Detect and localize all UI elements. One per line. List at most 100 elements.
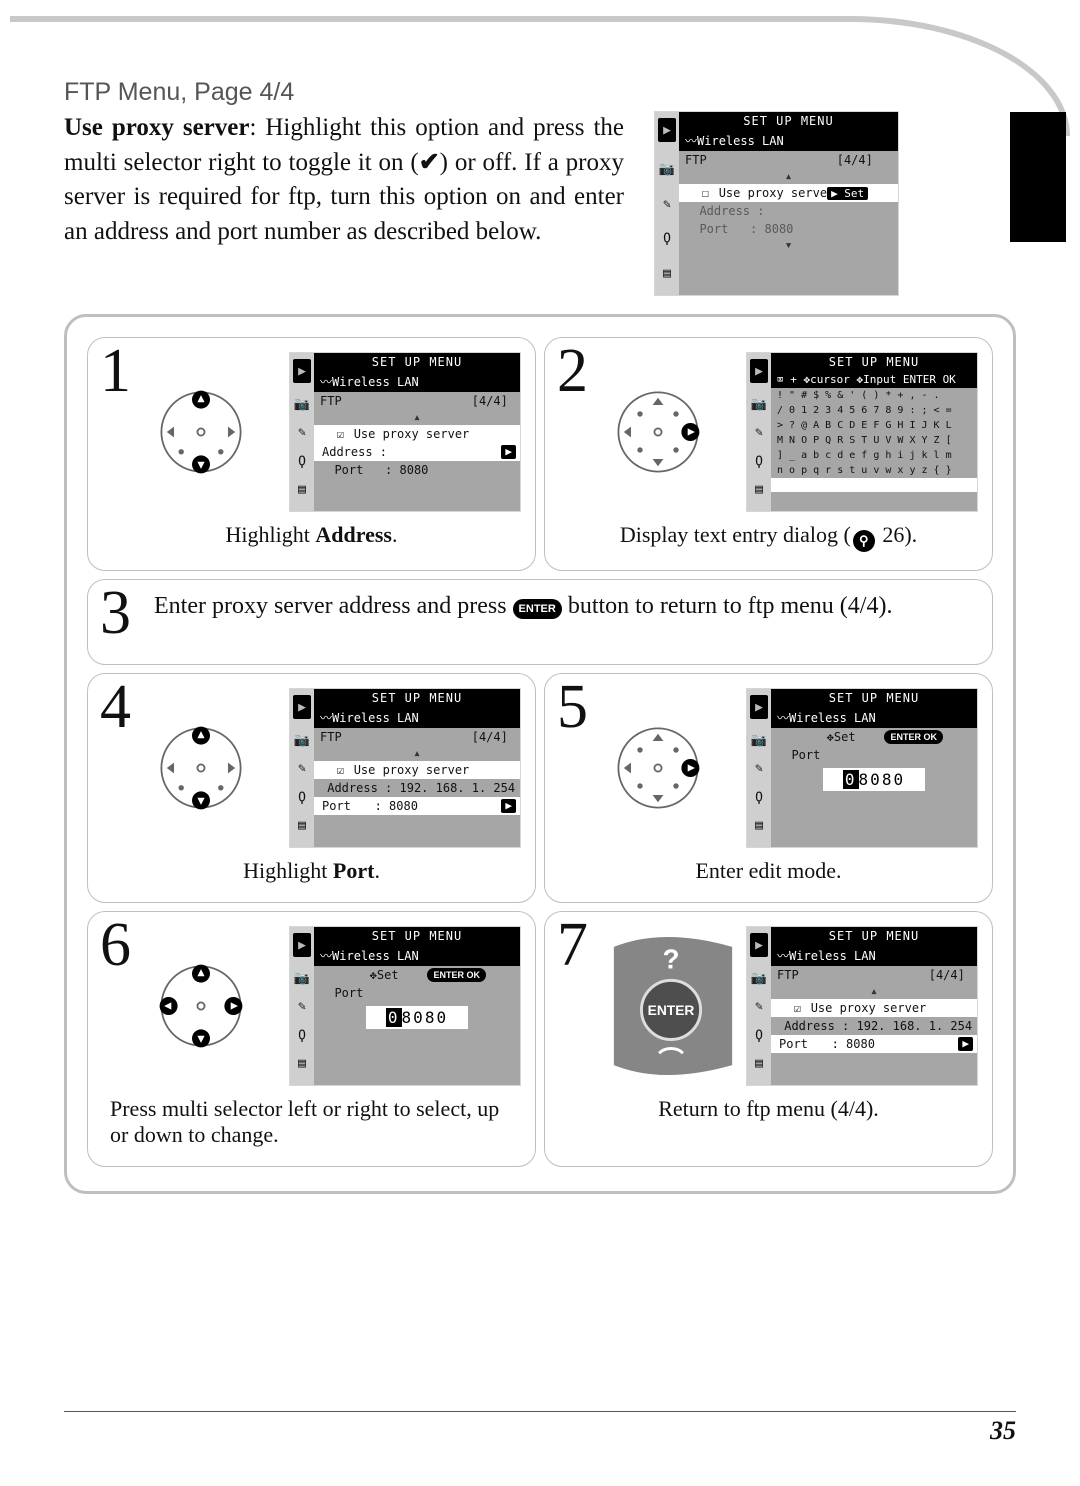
lcd-option-row: ☑ Use proxy server xyxy=(771,999,977,1017)
lcd-ftp-row: FTP [4/4] xyxy=(679,151,898,169)
step-caption: Display text entry dialog (⚲ 26). xyxy=(559,522,978,552)
lcd-down-arrow: ▾ xyxy=(679,238,898,253)
step-number: 7 xyxy=(557,914,588,976)
step-number: 6 xyxy=(100,914,131,976)
lcd-up-arrow: ▴ xyxy=(314,746,520,761)
steps-frame: 1 xyxy=(64,314,1016,1194)
q-icon: Ϙ xyxy=(663,231,671,246)
lcd-side-tabs: ▶ 📷 ✎ Ϙ ▤ xyxy=(655,112,679,295)
step-caption: Press multi selector left or right to se… xyxy=(110,1096,521,1148)
right-arrow-icon[interactable]: ▶ xyxy=(958,1037,973,1051)
step-caption: Highlight Port. xyxy=(102,858,521,884)
lcd-sub: 〰Wireless LAN xyxy=(679,130,898,151)
lcd-help-row: ✥Set ENTER OK xyxy=(314,966,520,984)
svg-text:?: ? xyxy=(663,944,680,975)
set-button[interactable]: ▶ Set xyxy=(827,187,868,200)
lcd-title: SET UP MENU xyxy=(679,112,898,130)
lcd-helpbar: ⌧ + ✥cursor ✥Input ENTER OK xyxy=(771,371,977,388)
lcd-sub: 〰Wireless LAN xyxy=(771,945,977,966)
kb-row: n o p q r s t u v w x y z { } xyxy=(771,463,977,478)
kb-row: ! " # $ % & ' ( ) * + , - . xyxy=(771,388,977,403)
lcd-sub: 〰Wireless LAN xyxy=(314,371,520,392)
lcd-addr-highlight: Address :▶ xyxy=(314,443,520,461)
lcd-ftp-row: FTP [4/4] xyxy=(771,966,977,984)
play-icon: ▶ xyxy=(658,118,676,142)
step-3: 3 Enter proxy server address and press E… xyxy=(87,579,993,665)
lcd-title: SET UP MENU xyxy=(314,927,520,945)
camera-enter-button-icon: ENTER ? xyxy=(613,937,733,1075)
side-tab-black xyxy=(1010,112,1066,242)
lcd-up-arrow: ▴ xyxy=(679,169,898,184)
check-icon: ✔ xyxy=(419,149,440,176)
lcd-port-highlight: Port : 8080▶ xyxy=(314,797,520,815)
lcd-port-value: 08080 xyxy=(771,770,977,789)
intro-row: Use proxy server: Highlight this option … xyxy=(64,111,1016,296)
pencil-icon: ✎ xyxy=(663,197,671,212)
lcd-sub: 〰Wireless LAN xyxy=(314,945,520,966)
lcd-title: SET UP MENU xyxy=(314,689,520,707)
step-number: 4 xyxy=(100,676,131,738)
lcd-up-arrow: ▴ xyxy=(314,410,520,425)
multi-selector-icon xyxy=(613,723,703,813)
lcd-addr-row: Address : 192. 168. 1. 254 xyxy=(314,779,520,797)
lcd-option-row: ☑ Use proxy server xyxy=(314,425,520,443)
lcd-port-value: 08080 xyxy=(314,1008,520,1027)
lcd-addr-row: Address : 192. 168. 1. 254 xyxy=(771,1017,977,1035)
lcd-ftp-row: FTP [4/4] xyxy=(314,728,520,746)
step-5: 5 xyxy=(544,673,993,903)
lcd-title: SET UP MENU xyxy=(314,353,520,371)
kb-row: ] _ a b c d e f g h i j k l m xyxy=(771,448,977,463)
intro-lead-bold: Use proxy server xyxy=(64,114,249,141)
lcd-title: SET UP MENU xyxy=(771,927,977,945)
step-caption: Highlight Address. xyxy=(102,522,521,548)
lcd-title: SET UP MENU xyxy=(771,689,977,707)
lcd-option-row: ☐ Use proxy serve▶ Set xyxy=(679,184,898,202)
intro-lcd: ▶ 📷 ✎ Ϙ ▤ SET UP MENU 〰Wireless LAN FTP … xyxy=(654,111,899,296)
step-number: 5 xyxy=(557,676,588,738)
lcd-port-label: Port xyxy=(314,984,520,1002)
lcd-port-highlight: Port : 8080▶ xyxy=(771,1035,977,1053)
step-2: 2 xyxy=(544,337,993,571)
multi-selector-icon xyxy=(156,723,246,813)
page: FTP Menu, Page 4/4 Use proxy server: Hig… xyxy=(0,0,1080,1486)
kb-row: M N O P Q R S T U V W X Y Z [ xyxy=(771,433,977,448)
multi-selector-icon xyxy=(613,387,703,477)
lcd-port-row: Port : 8080 xyxy=(314,461,520,479)
lcd-help-row: ✥Set ENTER OK xyxy=(771,728,977,746)
section-title: FTP Menu, Page 4/4 xyxy=(64,78,1016,107)
page-number: 35 xyxy=(990,1416,1016,1446)
step-number: 3 xyxy=(100,582,131,644)
step-text: Enter proxy server address and press ENT… xyxy=(154,590,978,622)
multi-selector-icon xyxy=(156,387,246,477)
kb-row: > ? @ A B C D E F G H I J K L xyxy=(771,418,977,433)
text-entry-field[interactable] xyxy=(771,478,977,492)
step2-lcd: ▶📷✎Ϙ▤ SET UP MENU ⌧ + ✥cursor ✥Input ENT… xyxy=(746,352,978,512)
lcd-option-row: ☑ Use proxy server xyxy=(314,761,520,779)
lcd-ftp-row: FTP [4/4] xyxy=(314,392,520,410)
lcd-sub: 〰Wireless LAN xyxy=(314,707,520,728)
step5-lcd: ▶📷✎Ϙ▤ SET UP MENU 〰Wireless LAN ✥Set ENT… xyxy=(746,688,978,848)
right-arrow-icon[interactable]: ▶ xyxy=(501,799,516,813)
kb-row: / 0 1 2 3 4 5 6 7 8 9 : ; < = xyxy=(771,403,977,418)
lcd-up-arrow: ▴ xyxy=(771,984,977,999)
svg-text:ENTER: ENTER xyxy=(648,1003,695,1018)
step1-lcd: ▶📷✎Ϙ▤ SET UP MENU 〰Wireless LAN FTP [4/4… xyxy=(289,352,521,512)
step4-lcd: ▶📷✎Ϙ▤ SET UP MENU 〰Wireless LAN FTP [4/4… xyxy=(289,688,521,848)
enter-icon: ENTER xyxy=(513,599,562,619)
footer-divider xyxy=(64,1411,1016,1412)
enter-ok-icon: ENTER OK xyxy=(427,968,486,982)
step-1: 1 xyxy=(87,337,536,571)
reference-icon: ⚲ xyxy=(853,530,875,552)
lcd-title: SET UP MENU xyxy=(771,353,977,371)
right-arrow-icon[interactable]: ▶ xyxy=(501,445,516,459)
step-caption: Return to ftp menu (4/4). xyxy=(559,1096,978,1122)
step-7: 7 ENTER ? ▶📷✎Ϙ▤ xyxy=(544,911,993,1167)
card-icon: ▤ xyxy=(663,266,671,281)
lcd-port-label: Port xyxy=(771,746,977,764)
step-number: 2 xyxy=(557,340,588,402)
step-caption: Enter edit mode. xyxy=(559,858,978,884)
lcd-port-row: Port : 8080 xyxy=(679,220,898,238)
step-6: 6 ▶📷✎Ϙ▤ xyxy=(87,911,536,1167)
step7-lcd: ▶📷✎Ϙ▤ SET UP MENU 〰Wireless LAN FTP [4/4… xyxy=(746,926,978,1086)
lcd-addr-row: Address : xyxy=(679,202,898,220)
